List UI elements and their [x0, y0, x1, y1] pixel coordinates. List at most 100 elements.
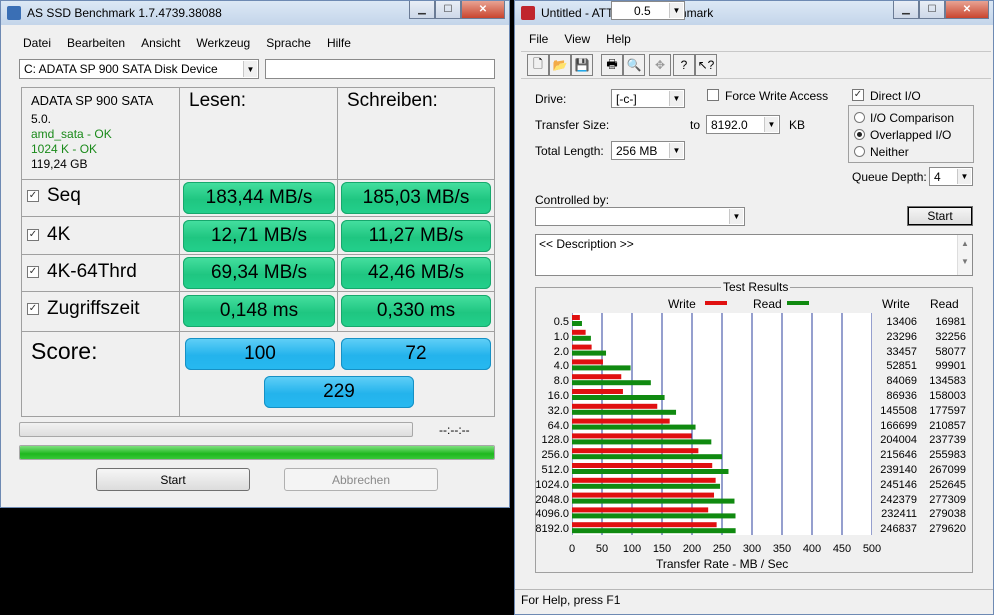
col-read-header: Read [930, 297, 959, 311]
menu-ansicht[interactable]: Ansicht [133, 36, 188, 50]
category-label: 32.0 [547, 404, 569, 417]
atto-maximize-button[interactable]: ☐ [919, 1, 945, 19]
io-comparison-radio[interactable] [854, 112, 865, 123]
drive-select[interactable]: C: ADATA SP 900 SATA Disk Device ▼ [19, 59, 259, 79]
neither-radio[interactable] [854, 146, 865, 157]
write-value-label: 242379 [880, 493, 917, 506]
category-label: 4096.0 [535, 508, 569, 521]
read-value-label: 134583 [929, 375, 966, 388]
4k-64thrd-checkbox[interactable]: ✓ [27, 266, 39, 278]
atto-menu-view[interactable]: View [556, 32, 598, 46]
overall-progress-bar [19, 445, 495, 460]
write-bar-1024.0 [572, 477, 716, 483]
force-write-label: Force Write Access [725, 89, 829, 103]
category-label: 2048.0 [535, 493, 569, 506]
category-label: 1.0 [553, 330, 569, 343]
read-value-label: 32256 [935, 330, 966, 343]
help-icon[interactable]: ? [673, 54, 695, 76]
kb-label: KB [789, 118, 806, 132]
new-icon[interactable]: 🗋 [527, 54, 549, 76]
read-value-label: 99901 [935, 360, 966, 373]
move-icon[interactable]: ✥ [649, 54, 671, 76]
category-label: 8.0 [553, 375, 569, 388]
read-bar-1024.0 [572, 483, 721, 489]
save-icon[interactable]: 💾 [571, 54, 593, 76]
menu-werkzeug[interactable]: Werkzeug [188, 36, 258, 50]
write-bar-64.0 [572, 418, 670, 424]
print-preview-icon[interactable]: 🔍 [623, 54, 645, 76]
print-icon[interactable]: 🖶 [601, 54, 623, 76]
drive-firmware: 5.0. [31, 112, 52, 126]
context-help-icon[interactable]: ↖? [695, 54, 717, 76]
read-value-label: 279620 [929, 523, 966, 536]
abort-button[interactable]: Abbrechen [284, 468, 438, 491]
transfer-rate-chart [571, 313, 873, 535]
atto-minimize-button[interactable]: ▁ [893, 1, 919, 19]
read-bar-8.0 [572, 380, 651, 386]
read-value-label: 277309 [929, 493, 966, 506]
atto-start-button[interactable]: Start [907, 206, 973, 226]
atto-close-button[interactable]: ✕ [945, 1, 989, 19]
controlled-by-select[interactable]: ▼ [535, 207, 745, 226]
atto-menu-file[interactable]: File [521, 32, 556, 46]
row-label-access-time: Zugriffszeit [47, 298, 140, 319]
open-icon[interactable]: 📂 [549, 54, 571, 76]
write-value-label: 245146 [880, 478, 917, 491]
description-field[interactable]: << Description >> ▲ ▼ [535, 234, 973, 276]
write-bar-2.0 [572, 344, 592, 350]
4k-checkbox[interactable]: ✓ [27, 229, 39, 241]
access-time-checkbox[interactable]: ✓ [27, 303, 39, 315]
elapsed-time: --:--:-- [439, 423, 470, 437]
menu-bearbeiten[interactable]: Bearbeiten [59, 36, 133, 50]
drive-driver-status: amd_sata - OK [31, 127, 112, 141]
maximize-button[interactable]: ☐ [435, 1, 461, 19]
read-value-label: 177597 [929, 404, 966, 417]
seq-write-value: 185,03 MB/s [341, 182, 491, 214]
atto-menu-help[interactable]: Help [598, 32, 639, 46]
description-scrollbar[interactable]: ▲ ▼ [957, 235, 972, 275]
menu-hilfe[interactable]: Hilfe [319, 36, 359, 50]
force-write-checkbox[interactable] [707, 89, 719, 101]
total-length-select[interactable]: 256 MB ▼ [611, 141, 685, 160]
chevron-down-icon: ▼ [669, 3, 683, 18]
x-tick-label: 100 [622, 543, 642, 555]
score-write: 72 [341, 338, 491, 370]
drive-extra-field[interactable] [265, 59, 495, 79]
x-tick-label: 250 [712, 543, 732, 555]
seq-checkbox[interactable]: ✓ [27, 190, 39, 202]
direct-io-checkbox[interactable]: ✓ [852, 89, 864, 101]
x-tick-label: 450 [832, 543, 852, 555]
access-time-write-value: 0,330 ms [341, 295, 491, 327]
results-title: Test Results [721, 280, 791, 294]
read-bar-256.0 [572, 454, 722, 460]
transfer-to-select[interactable]: 8192.0 ▼ [706, 115, 780, 134]
read-bar-16.0 [572, 395, 665, 400]
read-value-label: 255983 [929, 449, 966, 462]
chart-svg [571, 313, 873, 535]
write-bar-4096.0 [572, 507, 709, 513]
overlapped-io-radio[interactable] [854, 129, 865, 140]
status-bar: For Help, press F1 [515, 589, 993, 615]
read-value-label: 210857 [929, 419, 966, 432]
read-bar-1.0 [572, 335, 591, 341]
start-button[interactable]: Start [96, 468, 250, 491]
atto-drive-select[interactable]: [-c-] ▼ [611, 89, 685, 108]
menu-sprache[interactable]: Sprache [258, 36, 319, 50]
atto-menubar: File View Help [515, 29, 993, 49]
drive-alignment-status: 1024 K - OK [31, 142, 98, 156]
write-value-label: 23296 [886, 330, 917, 343]
close-button[interactable]: ✕ [461, 1, 505, 19]
to-label: to [690, 118, 701, 132]
total-length-label: Total Length: [535, 144, 604, 158]
as-ssd-menubar: Datei Bearbeiten Ansicht Werkzeug Sprach… [1, 33, 509, 53]
x-axis-label: Transfer Rate - MB / Sec [656, 557, 789, 571]
access-time-read-value: 0,148 ms [183, 295, 335, 327]
queue-depth-select[interactable]: 4 ▼ [929, 167, 973, 186]
chevron-down-icon: ▼ [669, 143, 683, 158]
4k-read-value: 12,71 MB/s [183, 220, 335, 252]
write-value-label: 33457 [886, 345, 917, 358]
menu-datei[interactable]: Datei [15, 36, 59, 50]
transfer-from-select[interactable]: 0.5 ▼ [611, 1, 685, 20]
minimize-button[interactable]: ▁ [409, 1, 435, 19]
controlled-by-label: Controlled by: [535, 193, 610, 207]
